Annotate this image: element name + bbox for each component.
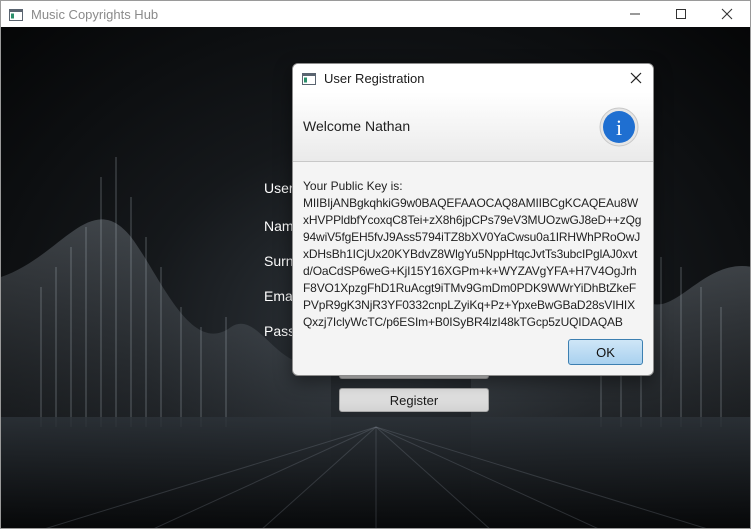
information-icon: i <box>599 107 639 147</box>
public-key-label: Your Public Key is: <box>303 179 403 193</box>
minimize-button[interactable] <box>612 1 658 27</box>
close-window-button[interactable] <box>704 1 750 27</box>
dialog-content: Your Public Key is: MIIBIjANBgkqhkiG9w0B… <box>303 178 643 331</box>
window-controls <box>612 1 750 27</box>
username-label: User <box>264 180 294 196</box>
info-icon-glyph: i <box>616 115 622 140</box>
password-label: Pass <box>264 323 296 339</box>
app-window: Music Copyrights Hub User Nam Surn Emai … <box>0 0 751 529</box>
public-key-value: MIIBIjANBgkqhkiG9w0BAQEFAAOCAQ8AMIIBCgKC… <box>303 196 642 329</box>
window-title: Music Copyrights Hub <box>31 6 159 22</box>
register-button[interactable]: Register <box>339 388 489 412</box>
minimize-icon <box>630 13 640 15</box>
maximize-icon <box>676 9 686 19</box>
dialog-title: User Registration <box>324 70 425 86</box>
surname-label: Surn <box>264 253 294 269</box>
maximize-button[interactable] <box>658 1 704 27</box>
app-window-icon <box>9 8 23 21</box>
close-icon <box>630 72 642 84</box>
dialog-header: Welcome Nathan i <box>293 92 653 162</box>
dialog-close-button[interactable] <box>627 69 645 87</box>
name-label: Nam <box>264 218 294 234</box>
user-registration-dialog: User Registration Welcome Nathan i Your … <box>292 63 654 376</box>
window-titlebar[interactable]: Music Copyrights Hub <box>1 1 750 27</box>
ok-button[interactable]: OK <box>568 339 643 365</box>
dialog-window-icon <box>302 72 316 85</box>
welcome-message: Welcome Nathan <box>303 118 411 134</box>
close-icon <box>721 8 733 20</box>
dialog-titlebar[interactable]: User Registration <box>293 64 653 92</box>
